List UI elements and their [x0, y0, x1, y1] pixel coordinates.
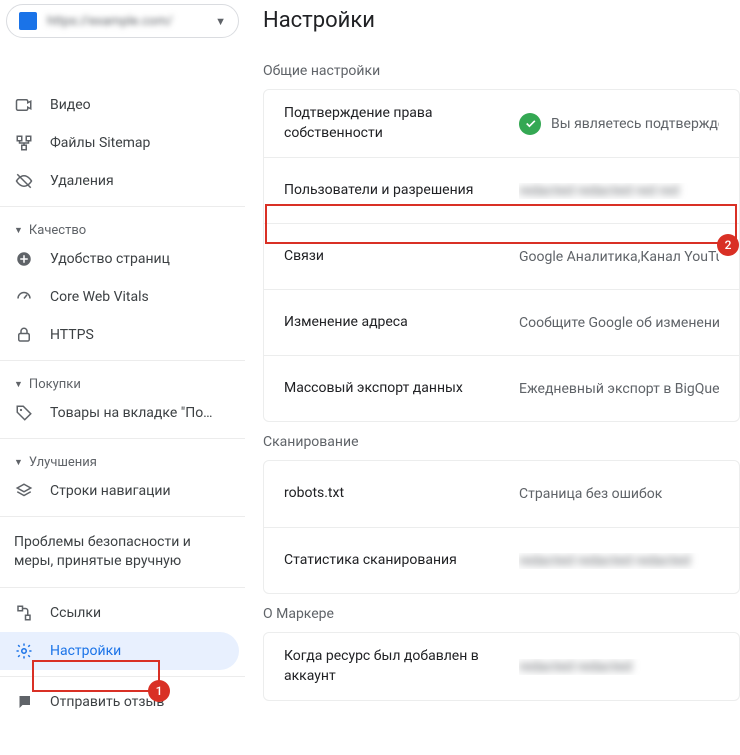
row-associations[interactable]: Связи Google Аналитика,Канал YouTube	[264, 223, 739, 289]
sidebar-item-merchant[interactable]: Товары на вкладке "По…	[0, 394, 239, 432]
feedback-icon	[14, 692, 34, 712]
sidebar-item-blank[interactable]	[0, 48, 239, 86]
section-shopping[interactable]: ▼Покупки	[0, 367, 245, 394]
section-label-about: О Маркере	[263, 594, 740, 632]
tag-icon	[14, 403, 34, 423]
sidebar-item-removals[interactable]: Удаления	[0, 162, 239, 200]
section-label-crawling: Сканирование	[263, 422, 740, 460]
section-label-general: Общие настройки	[263, 51, 740, 89]
sidebar: https://example.com/ ▼ Видео Файлы Sitem…	[0, 0, 245, 755]
card-general: Подтверждение права собственности Вы явл…	[263, 89, 740, 422]
sidebar-item-feedback[interactable]: Отправить отзыв	[0, 683, 239, 721]
sidebar-item-cwv[interactable]: Core Web Vitals	[0, 278, 239, 316]
row-change-address[interactable]: Изменение адреса Сообщите Google об изме…	[264, 289, 739, 355]
layers-icon	[14, 481, 34, 501]
sidebar-item-breadcrumbs[interactable]: Строки навигации	[0, 472, 239, 510]
sidebar-item-page-experience[interactable]: Удобство страниц	[0, 240, 239, 278]
property-icon	[19, 12, 37, 30]
lock-icon	[14, 325, 34, 345]
property-name: https://example.com/	[47, 14, 205, 29]
chevron-down-icon: ▼	[14, 225, 23, 236]
row-robots[interactable]: robots.txt Страница без ошибок	[264, 461, 739, 527]
blank-icon	[14, 57, 34, 77]
sitemap-icon	[14, 133, 34, 153]
property-selector[interactable]: https://example.com/ ▼	[6, 4, 239, 38]
card-crawling: robots.txt Страница без ошибок Статистик…	[263, 460, 740, 594]
chevron-down-icon: ▼	[215, 15, 226, 28]
plus-circle-icon	[14, 249, 34, 269]
row-users-permissions[interactable]: Пользователи и разрешения redacted redac…	[264, 157, 739, 223]
speed-icon	[14, 287, 34, 307]
visibility-off-icon	[14, 171, 34, 191]
check-circle-icon	[519, 113, 541, 135]
row-ownership[interactable]: Подтверждение права собственности Вы явл…	[264, 90, 739, 157]
section-enhance[interactable]: ▼Улучшения	[0, 445, 245, 472]
card-about: Когда ресурс был добавлен в аккаунт reda…	[263, 632, 740, 701]
row-added-date[interactable]: Когда ресурс был добавлен в аккаунт reda…	[264, 633, 739, 700]
video-icon	[14, 95, 34, 115]
section-quality[interactable]: ▼Качество	[0, 213, 245, 240]
row-bulk-export[interactable]: Массовый экспорт данных Ежедневный экспо…	[264, 355, 739, 421]
chevron-down-icon: ▼	[14, 457, 23, 468]
sidebar-item-video[interactable]: Видео	[0, 86, 239, 124]
sidebar-item-security[interactable]: Проблемы безопасности и меры, принятые в…	[0, 523, 245, 581]
sidebar-item-https[interactable]: HTTPS	[0, 316, 239, 354]
row-crawl-stats[interactable]: Статистика сканирования redacted redacte…	[264, 527, 739, 593]
gear-icon	[14, 641, 34, 661]
sidebar-item-links[interactable]: Ссылки	[0, 594, 239, 632]
sidebar-item-sitemap[interactable]: Файлы Sitemap	[0, 124, 239, 162]
sidebar-item-settings[interactable]: Настройки	[0, 632, 239, 670]
page-title: Настройки	[263, 0, 740, 51]
chevron-down-icon: ▼	[14, 379, 23, 390]
links-icon	[14, 603, 34, 623]
main-content: Настройки Общие настройки Подтверждение …	[245, 0, 740, 755]
